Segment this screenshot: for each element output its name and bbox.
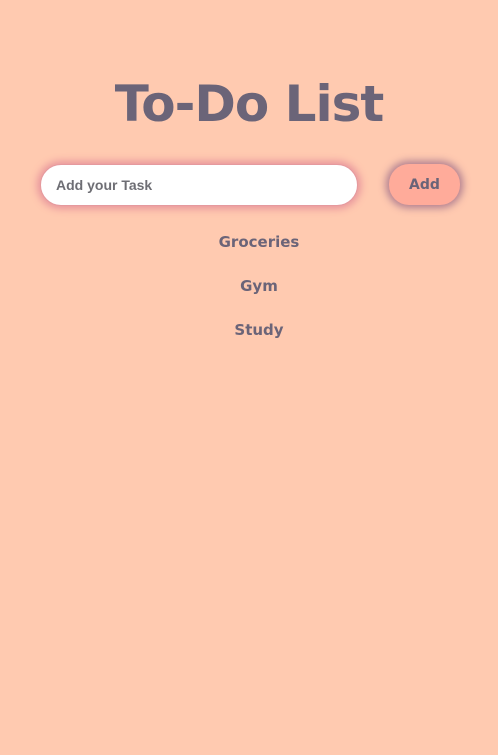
task-item-study[interactable]: Study <box>0 318 498 362</box>
task-item-groceries[interactable]: Groceries <box>0 230 498 274</box>
page-title: To-Do List <box>114 75 385 133</box>
task-item-gym[interactable]: Gym <box>0 274 498 318</box>
add-task-button[interactable]: Add <box>389 164 460 205</box>
task-input[interactable] <box>40 164 358 206</box>
task-list: Groceries Gym Study <box>0 230 498 362</box>
